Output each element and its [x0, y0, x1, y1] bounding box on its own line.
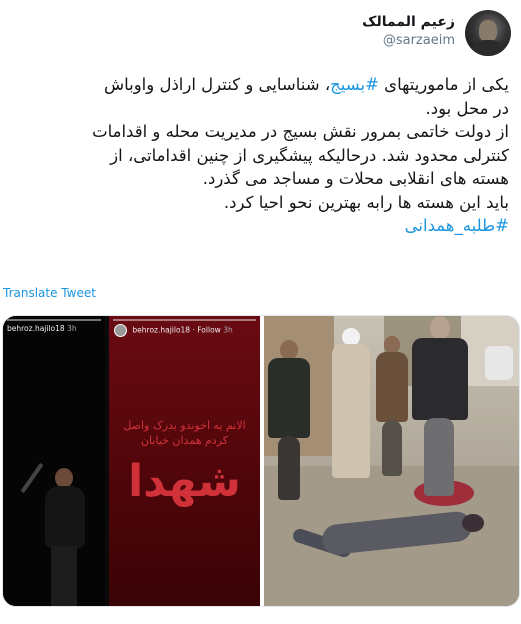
bystander-body — [376, 352, 408, 422]
bystander-2 — [376, 336, 408, 476]
display-name[interactable]: زعیم الممالک — [362, 14, 455, 30]
tweet-media[interactable]: behroz.hajilo18 3h behroz.hajilo18 · Fol… — [2, 315, 520, 607]
story-panel-2: behroz.hajilo18 · Follow 3h الانم یه اخو… — [109, 316, 260, 606]
story-progress-bar — [7, 319, 101, 321]
hashtag-talabe-hamedani[interactable]: #طلبه_همدانی — [405, 216, 509, 235]
photo-car — [485, 346, 513, 380]
story-follow-label: Follow — [197, 325, 221, 335]
cleric-figure — [332, 328, 370, 478]
story-big-word: شهدا — [128, 456, 241, 507]
bystander-legs — [278, 436, 300, 500]
avatar-body — [471, 40, 505, 56]
tweet-line-1: یکی از ماموریتهای #بسیج، شناسایی و کنترل… — [12, 73, 509, 97]
victim-head — [462, 514, 484, 532]
man-head — [55, 468, 73, 488]
tweet-line-2: در محل بود. — [425, 98, 510, 118]
avatar-face — [479, 20, 497, 42]
tweet-line-3: از دولت خاتمی بمرور نقش بسیج در مدیریت م… — [92, 122, 509, 141]
old-man-head — [430, 316, 450, 340]
user-handle[interactable]: @sarzaeim — [362, 33, 455, 48]
man-torso — [45, 486, 85, 548]
tweet-line-6: باید این هسته ها رابه بهترین نحو احیا کر… — [223, 192, 509, 212]
story-user-name: behroz.hajilo18 — [132, 325, 191, 335]
old-man-figure — [412, 316, 468, 496]
tweet-text-segment: ، شناسایی و کنترل اراذل واوباش — [103, 75, 331, 94]
story-time: 3h — [67, 324, 77, 333]
story-avatar — [114, 324, 127, 337]
avatar[interactable] — [465, 10, 511, 56]
story-time: 3h — [223, 325, 233, 335]
media-image-right[interactable] — [264, 316, 519, 606]
translate-tweet-link[interactable]: Translate Tweet — [3, 286, 96, 300]
bystander-body — [268, 358, 310, 438]
man-with-gun-figure — [41, 468, 87, 606]
old-man-legs — [424, 418, 454, 496]
bystander-1 — [268, 340, 310, 500]
hashtag-basij[interactable]: #بسیج — [330, 75, 379, 94]
cleric-robe — [332, 344, 370, 478]
victim-figure — [291, 510, 484, 559]
bystander-legs — [382, 420, 402, 476]
bystander-head — [280, 340, 298, 360]
user-names: زعیم الممالک @sarzaeim — [362, 14, 455, 48]
tweet-text-segment: یکی از ماموریتهای — [378, 75, 509, 94]
victim-coat — [320, 510, 474, 556]
story-user-1: behroz.hajilo18 3h — [7, 324, 77, 333]
story-caption: الانم یه اخوندو بدرک واصل کردم همدان خیا… — [123, 419, 246, 447]
media-image-left[interactable]: behroz.hajilo18 3h behroz.hajilo18 · Fol… — [3, 316, 260, 606]
gun-shape — [20, 462, 44, 494]
tweet-line-7: #طلبه_همدانی — [12, 214, 509, 238]
tweet-text: یکی از ماموریتهای #بسیج، شناسایی و کنترل… — [12, 73, 509, 238]
tweet-line-4: کنترلی محدود شد. درحالیکه پیشگیری از چنی… — [110, 145, 509, 165]
story-user-2: behroz.hajilo18 · Follow 3h — [114, 324, 233, 337]
story-panel-1: behroz.hajilo18 3h — [3, 316, 105, 606]
story-progress-bar — [113, 319, 256, 321]
story-dot: · — [192, 325, 195, 335]
story-user-name: behroz.hajilo18 — [7, 324, 65, 333]
tweet-header: زعیم الممالک @sarzaeim — [10, 8, 511, 56]
old-man-jacket — [412, 338, 468, 420]
man-legs — [51, 546, 77, 606]
tweet-line-5: هسته های انقلابی محلات و مساجد می گذرد. — [202, 169, 509, 188]
